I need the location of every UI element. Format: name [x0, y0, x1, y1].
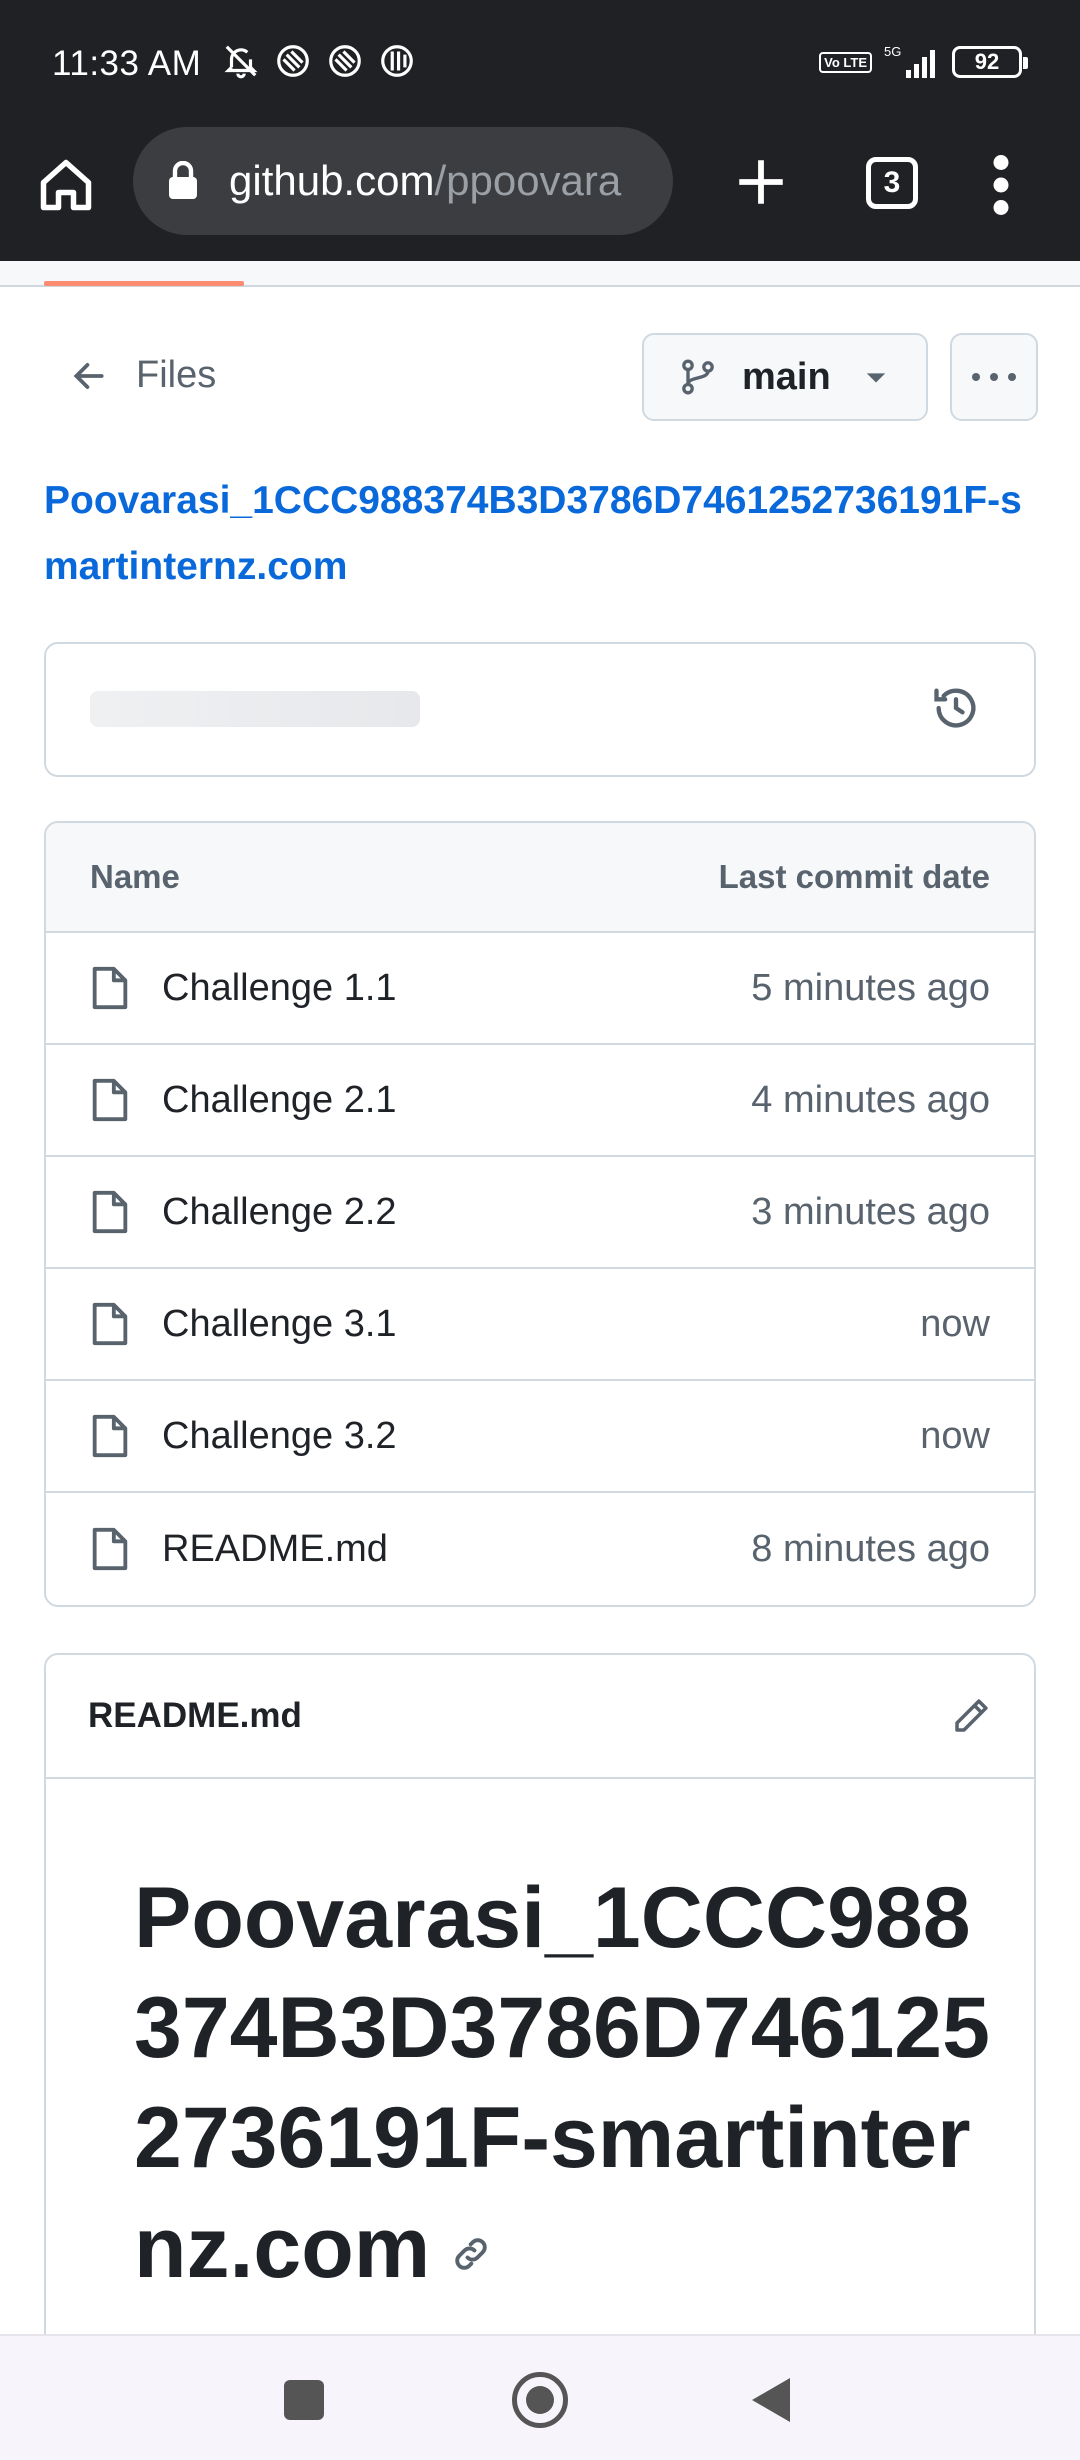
file-commit-date: 5 minutes ago: [751, 966, 990, 1009]
table-row[interactable]: Challenge 1.1 5 minutes ago: [46, 933, 1034, 1045]
tab-switcher-button[interactable]: 3: [866, 157, 918, 209]
more-options-button[interactable]: [950, 333, 1038, 421]
file-table-header: Name Last commit date: [46, 823, 1034, 933]
file-icon: [92, 1527, 128, 1571]
mute-bell-icon: [224, 45, 258, 79]
app-notification-icon: [329, 45, 361, 77]
home-button[interactable]: [512, 2372, 568, 2428]
readme-panel: README.md Poovarasi_1CCC988374B3D3786D74…: [44, 1653, 1036, 2334]
file-commit-date: 8 minutes ago: [751, 1527, 990, 1570]
history-icon[interactable]: [930, 682, 982, 734]
network-type: 5G: [884, 44, 901, 59]
file-name[interactable]: README.md: [162, 1528, 751, 1571]
menu-icon[interactable]: [990, 155, 1012, 215]
file-table: Name Last commit date Challenge 1.1 5 mi…: [44, 821, 1036, 1607]
new-tab-icon[interactable]: [732, 153, 790, 211]
recents-button[interactable]: [284, 2380, 324, 2420]
file-icon: [92, 1302, 128, 1346]
volte-badge: Vo LTE: [819, 51, 872, 73]
battery-level: 92: [974, 49, 1000, 74]
loading-indicator: [44, 281, 244, 286]
column-last-commit-date: Last commit date: [718, 858, 990, 895]
arrow-left-icon: [73, 362, 104, 389]
app-notification-icon: [381, 45, 413, 77]
system-icons: Vo LTE 5G 92: [819, 44, 1028, 80]
git-branch-icon: [682, 359, 714, 395]
table-row[interactable]: Challenge 3.1 now: [46, 1269, 1034, 1381]
url-text: github.com/ppoovara: [229, 157, 621, 205]
signal-icon: 5G: [884, 44, 935, 78]
readme-header: README.md: [46, 1655, 1034, 1779]
kebab-icon: [972, 373, 1016, 381]
browser-toolbar: github.com/ppoovara 3: [0, 125, 1080, 261]
readme-heading-text: Poovarasi_1CCC988374B3D3786D746125273619…: [134, 1870, 990, 2296]
table-row[interactable]: Challenge 2.2 3 minutes ago: [46, 1157, 1034, 1269]
tab-count: 3: [883, 166, 901, 199]
table-row[interactable]: Challenge 3.2 now: [46, 1381, 1034, 1493]
file-commit-date: 3 minutes ago: [751, 1190, 990, 1233]
file-commit-date: 4 minutes ago: [751, 1078, 990, 1121]
files-back-link[interactable]: Files: [70, 354, 216, 397]
column-name: Name: [90, 858, 180, 895]
repo-title-link[interactable]: Poovarasi_1CCC988374B3D3786D746125273619…: [44, 468, 1054, 600]
branch-name: main: [742, 355, 831, 398]
file-icon: [92, 966, 128, 1010]
triangle-down-icon: [866, 373, 885, 383]
file-name[interactable]: Challenge 1.1: [162, 967, 751, 1010]
file-name[interactable]: Challenge 3.2: [162, 1415, 920, 1458]
url-path: /ppoovara: [434, 157, 622, 204]
file-icon: [92, 1414, 128, 1458]
pencil-icon[interactable]: [950, 1695, 992, 1737]
back-button[interactable]: [752, 2378, 790, 2422]
notification-icons: [222, 42, 416, 80]
table-row[interactable]: README.md 8 minutes ago: [46, 1493, 1034, 1605]
file-name[interactable]: Challenge 2.1: [162, 1079, 751, 1122]
url-host: github.com: [229, 157, 435, 204]
commit-loading-skeleton: [90, 691, 420, 727]
address-bar[interactable]: github.com/ppoovara: [133, 127, 673, 235]
table-row[interactable]: Challenge 2.1 4 minutes ago: [46, 1045, 1034, 1157]
readme-heading: Poovarasi_1CCC988374B3D3786D746125273619…: [134, 1863, 994, 2303]
file-icon: [92, 1190, 128, 1234]
files-back-label: Files: [136, 354, 217, 396]
github-page: Files main Poovarasi_1CCC988374B3D3786D7…: [0, 261, 1080, 2334]
home-icon[interactable]: [36, 155, 96, 215]
link-icon[interactable]: [450, 2233, 492, 2275]
latest-commit-box: [44, 642, 1036, 777]
battery-indicator: 92: [952, 46, 1028, 78]
file-icon: [92, 1078, 128, 1122]
file-name[interactable]: Challenge 2.2: [162, 1191, 751, 1234]
system-navigation-bar: [0, 2334, 1080, 2460]
lock-icon: [169, 161, 197, 199]
file-commit-date: now: [920, 1302, 990, 1345]
file-commit-date: now: [920, 1414, 990, 1457]
readme-filename: README.md: [88, 1696, 302, 1735]
app-notification-icon: [277, 45, 309, 77]
status-time: 11:33 AM: [52, 44, 202, 83]
file-name[interactable]: Challenge 3.1: [162, 1303, 920, 1346]
branch-selector-button[interactable]: main: [642, 333, 928, 421]
status-bar: 11:33 AM Vo LTE 5G 92: [0, 0, 1080, 125]
